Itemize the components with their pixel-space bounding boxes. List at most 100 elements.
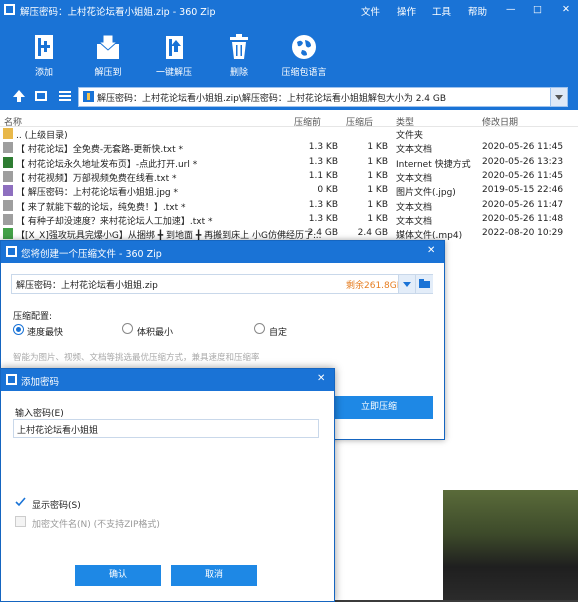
delete-icon xyxy=(230,34,248,59)
folder-icon xyxy=(419,279,430,288)
chevron-down-icon xyxy=(555,95,563,100)
file-type: 图片文件(.jpg) xyxy=(396,188,456,199)
start-compress-button[interactable]: 立即压缩 xyxy=(325,396,433,419)
delete-button[interactable]: 删除 xyxy=(211,32,267,82)
option-smallest-label: 体积最小 xyxy=(137,328,174,338)
file-after: 1 KB xyxy=(367,199,388,210)
background-thumbnail xyxy=(443,490,578,600)
password-input-label: 输入密码(E) xyxy=(15,409,64,419)
archive-name-field[interactable]: 解压密码：上村花论坛看小姐姐.zip 剩余261.8GB xyxy=(11,274,433,294)
password-value: 上村花论坛看小姐姐 xyxy=(17,426,99,436)
address-bar: 解压密码：上村花论坛看小姐姐.zip\解压密码：上村花论坛看小姐姐解包大小为 2… xyxy=(0,84,578,110)
compress-dialog-title: 您将创建一个压缩文件 - 360 Zip xyxy=(21,249,162,260)
menu-help[interactable]: 帮助 xyxy=(468,4,487,18)
archive-language-button[interactable]: 压缩包语言 xyxy=(276,32,332,82)
file-after: 2.4 GB xyxy=(357,228,388,239)
table-row[interactable]: .. (上级目录) 文件夹 xyxy=(0,127,578,141)
minimize-button[interactable]: — xyxy=(506,4,516,15)
one-click-extract-icon xyxy=(166,36,183,59)
close-button[interactable]: ✕ xyxy=(562,4,570,15)
file-name: 【 有种子却没速度？来村花论坛人工加速】.txt * xyxy=(16,216,213,227)
extract-to-button[interactable]: 解压到 xyxy=(80,32,136,82)
maximize-button[interactable]: □ xyxy=(533,4,542,15)
one-click-extract-label: 一键解压 xyxy=(155,68,192,78)
folder-icon xyxy=(3,128,13,139)
table-row[interactable]: 【 村花论坛永久地址发布页】-点此打开.url * 1.3 KB 1 KB Inter… xyxy=(0,156,578,170)
view-mode-icon[interactable] xyxy=(34,89,48,103)
file-date: 2022-08-20 10:29 xyxy=(482,228,564,239)
file-type: Internet 快捷方式 xyxy=(396,159,471,170)
zip-archive-icon xyxy=(83,91,94,102)
app-logo-icon xyxy=(6,246,17,257)
file-type: 文本文档 xyxy=(396,145,433,156)
file-name: 【 村花视频】万部视频免费在线看.txt * xyxy=(16,173,177,184)
file-date: 2019-05-15 22:46 xyxy=(482,185,564,196)
file-before: 1.1 KB xyxy=(308,170,338,181)
password-input[interactable]: 上村花论坛看小姐姐 xyxy=(13,419,319,438)
browse-folder-button[interactable] xyxy=(415,275,433,293)
file-name: 【 解压密码：上村花论坛看小姐姐.jpg * xyxy=(16,188,179,199)
list-view-icon[interactable] xyxy=(58,89,72,103)
ok-button[interactable]: 确认 xyxy=(75,565,161,586)
compress-dialog-close-button[interactable]: ✕ xyxy=(427,245,435,256)
image-file-icon xyxy=(3,185,13,197)
path-dropdown-button[interactable] xyxy=(550,88,567,106)
password-dialog-close-button[interactable]: ✕ xyxy=(317,373,325,384)
radio-smallest[interactable] xyxy=(122,323,133,334)
file-before: 1.3 KB xyxy=(308,156,338,167)
up-arrow-icon[interactable] xyxy=(12,89,26,103)
add-button[interactable]: 添加 xyxy=(16,32,72,82)
archive-name-dropdown[interactable] xyxy=(398,275,415,293)
add-icon xyxy=(35,35,53,59)
file-type: 文本文档 xyxy=(396,202,433,213)
file-after: 1 KB xyxy=(367,170,388,181)
file-after: 1 KB xyxy=(367,142,388,153)
table-row[interactable]: 【 村花视频】万部视频免费在线看.txt * 1.1 KB 1 KB 文本文档 2020… xyxy=(0,170,578,184)
option-fastest-label: 速度最快 xyxy=(27,328,64,338)
table-row[interactable]: 【 村花论坛】全免费-无套路-更新快.txt * 1.3 KB 1 KB 文本文档 20… xyxy=(0,141,578,155)
compress-config-label: 压缩配置: xyxy=(13,312,53,322)
video-file-icon xyxy=(3,228,13,240)
table-row[interactable]: 【 有种子却没速度？来村花论坛人工加速】.txt * 1.3 KB 1 KB 文本文档… xyxy=(0,213,578,227)
app-logo-icon xyxy=(4,4,15,15)
extract-icon xyxy=(97,34,119,59)
file-before: 2.4 GB xyxy=(307,228,338,239)
add-password-dialog: 添加密码 ✕ 输入密码(E) 上村花论坛看小姐姐 显示密码(S) 加密文件名(N… xyxy=(0,368,335,602)
show-password-checkbox[interactable] xyxy=(15,496,26,507)
text-file-icon xyxy=(3,170,13,182)
menu-operate[interactable]: 操作 xyxy=(397,4,416,18)
menu-tools[interactable]: 工具 xyxy=(432,4,451,18)
radio-fastest[interactable] xyxy=(13,324,24,335)
file-date: 2020-05-26 11:45 xyxy=(482,170,564,181)
text-file-icon xyxy=(3,213,13,225)
file-name: 【 村花论坛永久地址发布页】-点此打开.url * xyxy=(16,159,198,170)
radio-custom[interactable] xyxy=(254,323,265,334)
chevron-down-icon xyxy=(403,282,411,287)
table-row[interactable]: 【[X_X]强攻玩具完爆小G】从捆绑 ╋ 到地面 ╋ 再搬到床上 小G仿佛经历了… xyxy=(0,227,578,241)
file-type: 文件夹 xyxy=(396,131,424,141)
menu-file[interactable]: 文件 xyxy=(361,4,380,18)
toolbar: 添加 解压到 一键解压 删除 压缩包语言 xyxy=(0,20,578,84)
globe-icon xyxy=(292,35,316,59)
file-name: 【 村花论坛】全免费-无套路-更新快.txt * xyxy=(16,145,183,156)
app-logo-icon xyxy=(6,374,17,385)
delete-label: 删除 xyxy=(229,68,248,78)
encrypt-filenames-checkbox[interactable] xyxy=(15,516,26,527)
password-dialog-titlebar: 添加密码 ✕ xyxy=(1,369,334,391)
extract-to-label: 解压到 xyxy=(94,68,122,78)
file-date: 2020-05-26 13:23 xyxy=(482,156,564,167)
file-date: 2020-05-26 11:48 xyxy=(482,213,564,224)
title-bar: 解压密码：上村花论坛看小姐姐.zip - 360 Zip 文件 操作 工具 帮助… xyxy=(0,0,578,20)
file-before: 0 KB xyxy=(317,185,338,196)
file-date: 2020-05-26 11:45 xyxy=(482,142,564,153)
file-before: 1.3 KB xyxy=(308,213,338,224)
internet-shortcut-icon xyxy=(3,156,13,168)
table-row[interactable]: 【 来了就能下载的论坛，纯免费！】.txt * 1.3 KB 1 KB 文本文档 202… xyxy=(0,199,578,213)
file-after: 1 KB xyxy=(367,156,388,167)
path-field[interactable]: 解压密码：上村花论坛看小姐姐.zip\解压密码：上村花论坛看小姐姐解包大小为 2… xyxy=(78,87,568,107)
add-label: 添加 xyxy=(34,68,53,78)
cancel-button[interactable]: 取消 xyxy=(171,565,257,586)
file-name: 【 来了就能下载的论坛，纯免费！】.txt * xyxy=(16,202,186,213)
table-row[interactable]: 【 解压密码：上村花论坛看小姐姐.jpg * 0 KB 1 KB 图片文件(.jpg)… xyxy=(0,184,578,198)
one-click-extract-button[interactable]: 一键解压 xyxy=(146,32,202,82)
